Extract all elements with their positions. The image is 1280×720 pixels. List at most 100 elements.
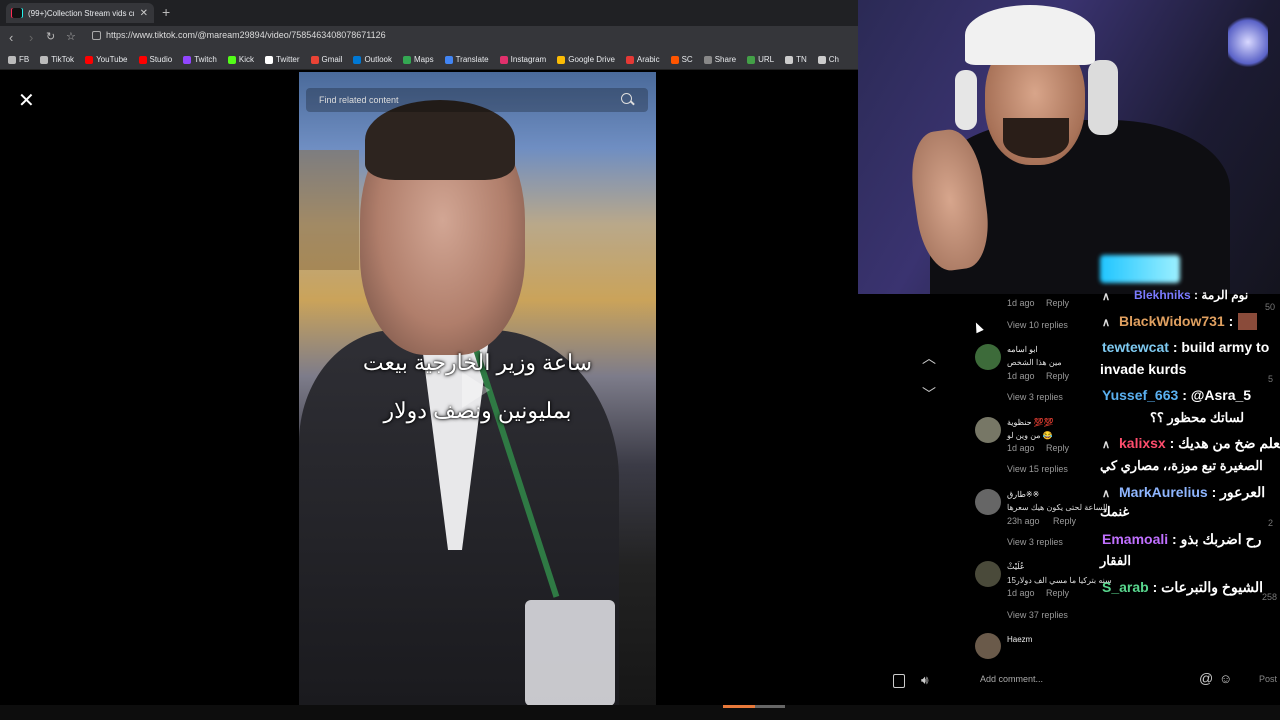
bookmark-label: Instagram	[510, 55, 547, 64]
bookmark-translate[interactable]: Translate	[444, 55, 489, 64]
chat-message: : build army to	[1172, 339, 1270, 355]
new-tab-icon[interactable]: +	[162, 4, 170, 20]
reply-button[interactable]: Reply	[1046, 588, 1069, 598]
comment-avatar[interactable]	[975, 561, 1001, 587]
browser-tab[interactable]: (99+)Collection Stream vids crea ✕	[6, 3, 154, 23]
reply-button[interactable]: Reply	[1046, 443, 1069, 453]
view-replies-button[interactable]: View 3 replies	[1007, 392, 1063, 402]
headphone-left	[955, 70, 977, 130]
streamer-cap	[965, 5, 1095, 65]
bookmark-share[interactable]: Share	[703, 55, 736, 64]
reply-button[interactable]: Reply	[1046, 371, 1069, 381]
video-progress-fill[interactable]	[723, 705, 755, 708]
bookmark-twitch[interactable]: Twitch	[183, 55, 217, 64]
like-count: 258	[1262, 592, 1278, 602]
back-icon[interactable]: ‹	[9, 30, 13, 45]
bookmark-label: TN	[796, 55, 807, 64]
bookmark-outlook[interactable]: Outlook	[353, 55, 392, 64]
chat-badge-icon: ∧	[1102, 317, 1111, 329]
bookmark-youtube[interactable]: YouTube	[85, 55, 128, 64]
comment-input[interactable]: Add comment...	[980, 674, 1043, 684]
bookmark-google-drive[interactable]: Google Drive	[557, 55, 615, 64]
comment-avatar[interactable]	[975, 417, 1001, 443]
view-replies-button[interactable]: View 3 replies	[1007, 537, 1063, 547]
video-person-hair	[365, 100, 515, 180]
bookmark-twitter[interactable]: Twitter	[264, 55, 300, 64]
chat-message: لساتك محظور ؟؟	[1150, 410, 1245, 425]
video-caption-line-2: بمليونين ونصف دولار	[383, 398, 572, 423]
bookmark-label: Maps	[414, 55, 434, 64]
chat-row: S_arab : الشيوخ والتبرعات	[1102, 579, 1263, 596]
bookmark-gmail[interactable]: Gmail	[310, 55, 342, 64]
chat-badge-icon: ∧	[1102, 439, 1111, 451]
previous-video-icon[interactable]: ︿	[922, 348, 936, 368]
comment-avatar[interactable]	[975, 344, 1001, 370]
chat-message: : معلم ضخ من هديك	[1169, 435, 1280, 451]
comment-author[interactable]: حنظوية 💯💯	[1007, 418, 1054, 427]
bookmark-favicon-icon	[747, 55, 756, 64]
site-info-icon[interactable]	[92, 31, 101, 40]
next-video-icon[interactable]: ﹀	[922, 384, 936, 404]
comment-time: 1d ago	[1007, 588, 1035, 598]
reload-icon[interactable]: ↻	[46, 30, 55, 43]
view-replies-button[interactable]: View 37 replies	[1007, 610, 1068, 620]
bookmark-kick[interactable]: Kick	[227, 55, 254, 64]
tab-title: (99+)Collection Stream vids crea	[28, 8, 134, 18]
comment-author[interactable]: Haezm	[1007, 635, 1032, 644]
chat-username: BlackWidow731	[1119, 313, 1225, 329]
reply-button[interactable]: Reply	[1046, 298, 1069, 308]
picture-in-picture-icon[interactable]	[893, 674, 905, 688]
webcam-lamp	[1228, 12, 1268, 72]
bookmark-tiktok[interactable]: TikTok	[40, 55, 74, 64]
comment-author[interactable]: عُلَيْثْ	[1007, 562, 1025, 571]
comment-author[interactable]: ابو اسامه	[1007, 345, 1038, 354]
chat-message: الصغيرة تبع موزة،، مصاري كي	[1100, 458, 1263, 473]
chat-message: : العرعور	[1211, 484, 1266, 500]
volume-icon[interactable]: 🔊︎	[921, 673, 929, 688]
bookmark-label: Twitch	[194, 55, 217, 64]
keyboard-light	[1100, 255, 1180, 283]
bookmark-url[interactable]: URL	[747, 55, 774, 64]
bookmark-favicon-icon	[227, 55, 236, 64]
bookmark-favicon-icon	[403, 55, 412, 64]
bookmark-tn[interactable]: TN	[785, 55, 807, 64]
mention-icon[interactable]: @	[1199, 670, 1213, 686]
bookmark-label: Kick	[238, 55, 254, 64]
bookmark-studio[interactable]: Studio	[138, 55, 172, 64]
comment-text: من وين لو 😂	[1007, 431, 1053, 440]
emoji-icon[interactable]: ☺	[1219, 671, 1232, 686]
search-icon[interactable]	[621, 93, 632, 104]
bookmarks-bar: FB TikTok YouTube Studio Twitch Kick Twitter Gm…	[0, 50, 858, 70]
forward-icon[interactable]: ›	[29, 30, 33, 45]
chat-message: : رح اضربك بذو	[1172, 531, 1262, 547]
bookmark-ch[interactable]: Ch	[817, 55, 839, 64]
bookmark-fb[interactable]: FB	[8, 55, 29, 64]
headphone-right	[1088, 60, 1118, 135]
bookmark-sc[interactable]: SC	[670, 55, 693, 64]
post-button[interactable]: Post	[1259, 674, 1277, 684]
bookmark-favicon-icon	[444, 55, 453, 64]
reply-button[interactable]: Reply	[1053, 516, 1076, 526]
tab-close-icon[interactable]: ✕	[140, 8, 148, 19]
bookmark-star-icon[interactable]: ☆	[66, 30, 76, 43]
comment-text: الساعة لحتى يكون هيك سعرها	[1007, 503, 1108, 512]
chat-badge-icon: ∧	[1102, 488, 1111, 500]
comment-text: مين هذا الشخص	[1007, 358, 1062, 367]
bookmark-favicon-icon	[40, 55, 49, 64]
comment-author[interactable]: طارق※※	[1007, 490, 1039, 499]
url-input[interactable]: https://www.tiktok.com/@maream29894/vide…	[106, 30, 386, 40]
close-player-icon[interactable]: ✕	[18, 88, 35, 113]
video-caption-line-1: ساعة وزير الخارجية بيعت	[362, 350, 593, 375]
bookmark-favicon-icon	[499, 55, 508, 64]
video-progress-track[interactable]	[755, 705, 785, 708]
bookmark-maps[interactable]: Maps	[403, 55, 434, 64]
comment-avatar[interactable]	[975, 489, 1001, 515]
view-replies-button[interactable]: View 15 replies	[1007, 464, 1068, 474]
bookmark-arabic[interactable]: Arabic	[625, 55, 660, 64]
view-replies-button[interactable]: View 10 replies	[1007, 320, 1068, 330]
chat-message: : الشيوخ والتبرعات	[1152, 579, 1264, 595]
bottom-strip	[0, 705, 1280, 720]
bookmark-instagram[interactable]: Instagram	[499, 55, 547, 64]
comment-avatar[interactable]	[975, 633, 1001, 659]
bookmark-favicon-icon	[670, 55, 679, 64]
